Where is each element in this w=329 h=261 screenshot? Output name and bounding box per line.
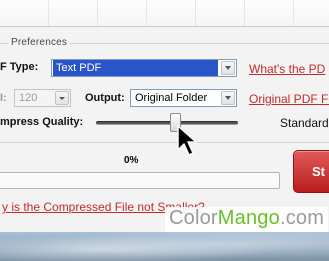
original-pdf-folder-link[interactable]: Original PDF Fo	[249, 92, 329, 106]
chevron-down-icon[interactable]	[221, 61, 235, 75]
dpi-value: 120	[19, 92, 38, 104]
quality-value-text: Standard	[280, 116, 329, 130]
watermark-part-com: .com	[279, 207, 325, 229]
whats-pdf-link[interactable]: What's the PD	[249, 62, 325, 76]
spinner-arrows-icon	[55, 91, 69, 105]
quality-slider-track[interactable]	[96, 121, 238, 125]
output-selected-value: Original Folder	[135, 92, 208, 104]
output-label: Output:	[85, 92, 125, 104]
app-screenshot: Preferences F Type: Text PDF What's the …	[0, 0, 329, 261]
pdf-type-label: F Type:	[0, 61, 39, 73]
watermark-part-color: Color	[169, 207, 218, 229]
watermark-part-mango: Mango	[217, 207, 280, 229]
output-dropdown[interactable]: Original Folder	[130, 89, 237, 107]
start-button[interactable]: St	[293, 150, 329, 193]
pdf-type-selected-value: Text PDF	[53, 60, 218, 76]
compress-quality-label: mpress Quality:	[0, 116, 84, 128]
dpi-label: I:	[0, 92, 7, 104]
background-photo	[0, 232, 329, 261]
progress-bar	[0, 172, 280, 189]
colormango-watermark: ColorMango.com	[165, 207, 329, 232]
mouse-pointer-icon	[177, 125, 197, 156]
dpi-spinner: 120	[14, 89, 71, 107]
chevron-down-icon[interactable]	[221, 91, 235, 105]
preferences-legend: Preferences	[8, 37, 71, 48]
pdf-type-dropdown[interactable]: Text PDF	[51, 59, 237, 77]
progress-percent: 0%	[124, 155, 139, 166]
